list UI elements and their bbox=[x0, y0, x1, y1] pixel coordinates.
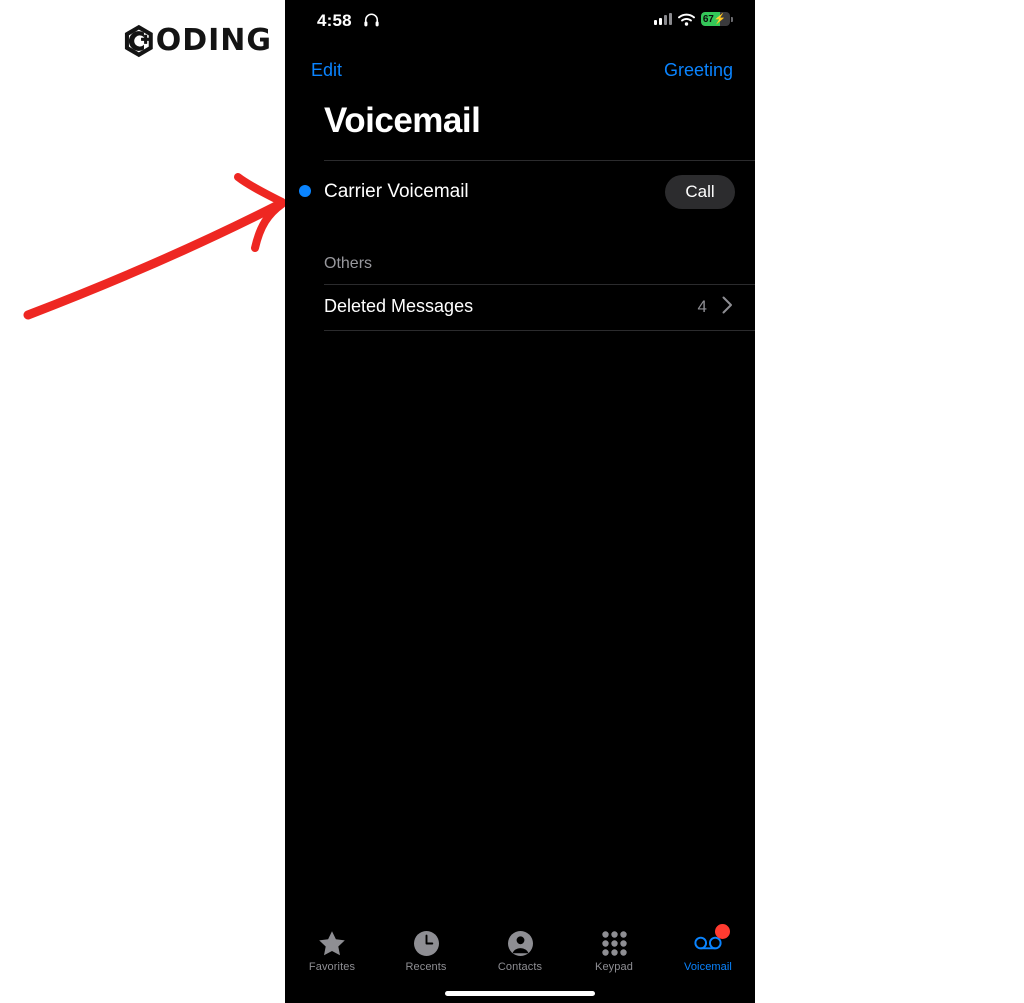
voicemail-row-name: Carrier Voicemail bbox=[324, 181, 469, 202]
chevron-right-icon bbox=[722, 296, 732, 314]
call-button[interactable]: Call bbox=[665, 175, 735, 209]
keypad-grid-icon bbox=[600, 929, 628, 957]
tab-keypad[interactable]: Keypad bbox=[567, 915, 661, 1003]
deleted-messages-count: 4 bbox=[697, 297, 707, 316]
logo-wordmark: ODING bbox=[155, 23, 272, 58]
headphones-icon bbox=[364, 13, 379, 27]
tab-voicemail-label: Voicemail bbox=[684, 961, 732, 973]
home-indicator[interactable] bbox=[445, 991, 595, 996]
battery-charging-icon: 67 ⚡ bbox=[701, 12, 733, 26]
title-divider bbox=[324, 160, 755, 161]
tab-favorites-label: Favorites bbox=[308, 961, 356, 973]
nav-bar: Edit Greeting bbox=[285, 60, 755, 90]
deleted-messages-label: Deleted Messages bbox=[324, 296, 474, 316]
status-bar-indicators: 67 ⚡ bbox=[654, 12, 733, 26]
greeting-button[interactable]: Greeting bbox=[664, 60, 733, 81]
coding-logo: ODING bbox=[122, 18, 272, 64]
page-title: Voicemail bbox=[324, 101, 481, 140]
tab-favorites[interactable]: Favorites bbox=[285, 915, 379, 1003]
tab-recents-label: Recents bbox=[405, 961, 447, 973]
tab-keypad-label: Keypad bbox=[595, 961, 633, 973]
charging-bolt-icon: ⚡ bbox=[713, 13, 727, 25]
tab-bar: Favorites Recents Contacts Keypad Voicem… bbox=[285, 915, 755, 1003]
tab-recents[interactable]: Recents bbox=[379, 915, 473, 1003]
cellular-signal-icon bbox=[654, 13, 672, 25]
phone-screen: 4:58 67 ⚡ Edit Greeting Voicemail Carrie… bbox=[285, 0, 755, 1003]
status-bar-time: 4:58 bbox=[317, 11, 352, 30]
wifi-icon bbox=[678, 13, 695, 26]
edit-button[interactable]: Edit bbox=[311, 60, 342, 81]
tab-voicemail[interactable]: Voicemail bbox=[661, 915, 755, 1003]
deleted-row-bottom-divider bbox=[324, 330, 755, 331]
others-section-header: Others bbox=[324, 255, 373, 272]
tab-contacts-label: Contacts bbox=[497, 961, 543, 973]
battery-percent-label: 67 bbox=[702, 13, 714, 25]
c-plus-hexagon-logo-icon bbox=[124, 24, 153, 58]
voicemail-notification-badge bbox=[715, 924, 730, 939]
voicemail-reels-icon bbox=[694, 924, 730, 957]
annotation-arrow-icon bbox=[23, 173, 286, 320]
tab-contacts[interactable]: Contacts bbox=[473, 915, 567, 1003]
voicemail-row-carrier[interactable]: Carrier Voicemail Call bbox=[285, 163, 755, 219]
screenshot-canvas: ODING 4:58 67 ⚡ Edit Greeting Voicemail … bbox=[0, 0, 1024, 1003]
person-circle-icon bbox=[506, 929, 534, 957]
status-bar: 4:58 67 ⚡ bbox=[285, 0, 755, 42]
clock-icon bbox=[412, 929, 440, 957]
deleted-messages-row[interactable]: Deleted Messages 4 bbox=[285, 285, 755, 330]
star-icon bbox=[318, 929, 346, 957]
unread-dot-icon bbox=[299, 185, 311, 197]
